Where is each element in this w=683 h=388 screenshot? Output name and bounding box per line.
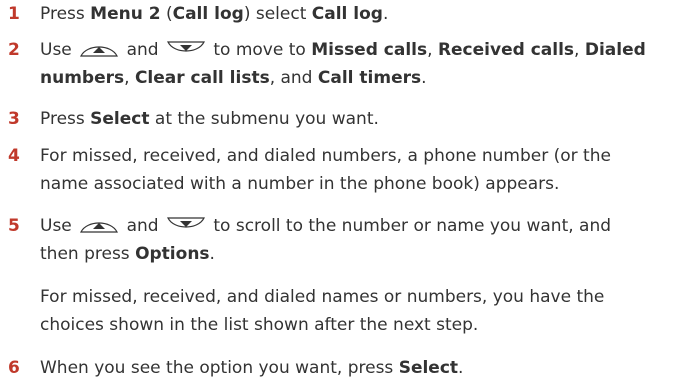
step-text: Press Select at the submenu you want. (40, 105, 683, 133)
menu-name: Call log (172, 4, 244, 24)
text-fragment: to scroll to the number or name you want… (207, 216, 612, 236)
text-fragment: . (209, 244, 215, 264)
step-text-line-2: numbers, Clear call lists, and Call time… (40, 64, 427, 92)
text-fragment: . (382, 4, 389, 24)
softkey-name: Options (135, 244, 210, 264)
text-fragment: , and (269, 68, 318, 88)
text-fragment: , (124, 68, 135, 88)
step-text: When you see the option you want, press … (40, 354, 683, 382)
text-fragment: at the submenu you want. (149, 109, 379, 129)
text-fragment: ( (160, 4, 173, 24)
step-text-line-1: Use and to move to Missed calls, Receive… (40, 36, 683, 64)
text-fragment: Use (40, 216, 78, 236)
scroll-down-key-icon (166, 40, 206, 58)
text-fragment: then press (40, 244, 136, 264)
menu-name: Missed calls (311, 40, 428, 60)
step-text-line-1: For missed, received, and dialed numbers… (40, 146, 611, 166)
text-fragment: When you see the option you want, press (40, 358, 399, 378)
scroll-up-key-icon (79, 216, 119, 234)
text-fragment: and (121, 216, 164, 236)
softkey-name: Select (90, 109, 150, 129)
step-number: 2 (8, 40, 20, 60)
menu-name: Menu 2 (90, 4, 161, 24)
menu-name: Clear call lists (134, 68, 270, 88)
note-line-2: choices shown in the list shown after th… (40, 315, 479, 335)
step-number: 1 (8, 4, 20, 24)
scroll-down-key-icon (166, 216, 206, 234)
menu-name: Call timers (317, 68, 422, 88)
step-number: 6 (8, 358, 20, 378)
note-line-1: For missed, received, and dialed names o… (40, 287, 605, 307)
text-fragment: , (427, 40, 438, 60)
step-text-line-1: Use and to scroll to the number or name … (40, 212, 683, 240)
softkey-name: Select (398, 358, 459, 378)
text-fragment: Press (40, 109, 91, 129)
manual-page: { "steps": [ { "num": "1", "parts": ["Pr… (0, 0, 683, 388)
text-fragment: Press (40, 4, 91, 24)
menu-name: Received calls (437, 40, 575, 60)
text-fragment: , (574, 40, 585, 60)
text-fragment: to move to (207, 40, 312, 60)
menu-name: Dialed (584, 40, 646, 60)
scroll-up-key-icon (79, 40, 119, 58)
text-fragment: and (121, 40, 164, 60)
step-number: 5 (8, 216, 20, 236)
step-number: 4 (8, 146, 20, 166)
step-number: 3 (8, 109, 20, 129)
text-fragment: ) select (243, 4, 312, 24)
text-fragment: . (421, 68, 427, 88)
step-text: Press Menu 2 (Call log) select Call log. (40, 0, 683, 28)
menu-name: Call log (311, 4, 383, 24)
text-fragment: Use (40, 40, 78, 60)
menu-name: numbers (40, 68, 125, 88)
step-text-line-2: then press Options. (40, 240, 215, 268)
step-text-line-2: name associated with a number in the pho… (40, 174, 560, 194)
text-fragment: . (458, 358, 464, 378)
